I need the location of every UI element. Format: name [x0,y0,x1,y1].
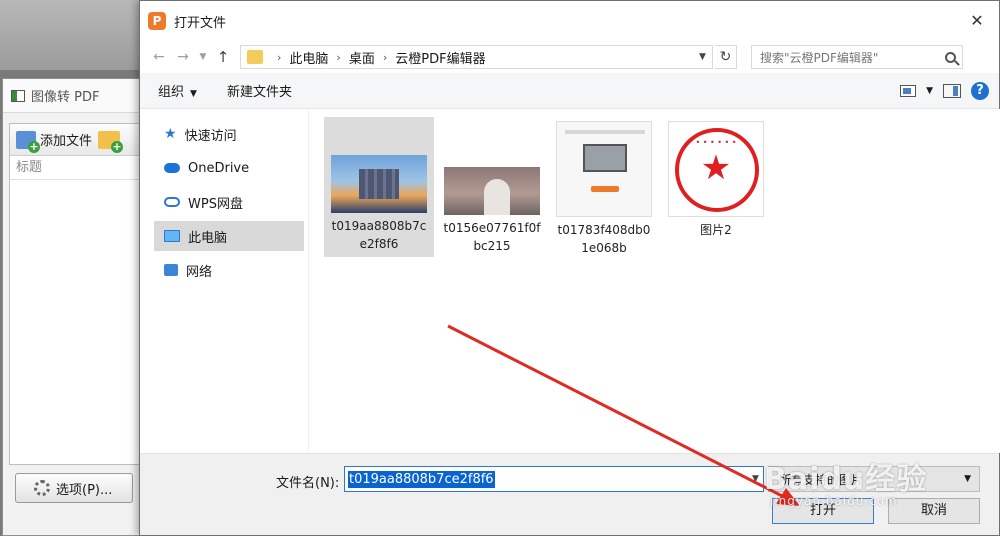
open-button[interactable]: 打开 [772,498,874,524]
address-bar[interactable]: › 此电脑 › 桌面 › 云橙PDF编辑器 ▼ [240,45,713,69]
help-icon[interactable]: ? [971,81,989,100]
sidebar-item-label: 快速访问 [184,128,237,144]
organize-label: 组织 [158,85,185,100]
file-view: t019aa8808b7c e2f8f6 t0156e07761f0f bc21… [308,109,1000,453]
file-thumbnail [331,155,427,213]
breadcrumb-separator-icon[interactable]: › [336,51,340,64]
dialog-title: 打开文件 [174,15,227,31]
search-input[interactable]: 搜索"云橙PDF编辑器" [751,45,963,69]
back-arrow-icon[interactable]: ← [148,46,170,68]
sidebar-item-label: OneDrive [188,160,250,176]
sidebar-item-label: 此电脑 [188,230,228,246]
filename-history-chevron-icon[interactable]: ▼ [747,466,764,492]
refresh-button[interactable]: ↻ [715,45,737,69]
star-icon: ★ [164,126,177,142]
filename-label: 文件名(N): [276,476,340,491]
computer-icon [164,230,180,242]
navigation-bar: ← → ▼ ↑ › 此电脑 › 桌面 › 云橙PDF编辑器 ▼ ↻ 搜索"云橙P… [140,41,999,73]
breadcrumb-desktop[interactable]: 桌面 [349,48,375,67]
background-file-list: 添加文件 标题 [9,123,147,465]
file-name-line1: t019aa8808b7c [331,219,427,233]
file-type-value: 所有支持的图片 [779,472,864,487]
chevron-down-icon: ▼ [964,474,971,484]
filename-value: t019aa8808b7ce2f8f6 [348,470,495,488]
preview-pane-icon[interactable] [943,83,961,98]
options-label: 选项(P)... [56,482,113,498]
open-file-dialog: P 打开文件 ✕ ← → ▼ ↑ › 此电脑 › 桌面 › 云橙PDF编辑器 ▼… [139,0,1000,536]
new-folder-button[interactable]: 新建文件夹 [227,81,292,100]
breadcrumb-current-folder[interactable]: 云橙PDF编辑器 [395,48,485,67]
sidebar-item-wps-cloud[interactable]: WPS网盘 [140,187,308,217]
cloud-icon [164,163,180,173]
wps-cloud-icon [164,197,180,207]
add-file-icon [16,130,40,153]
file-name-line2: bc215 [473,239,511,253]
search-placeholder: 搜索"云橙PDF编辑器" [760,50,879,65]
file-thumbnail [556,121,652,217]
app-logo-icon: P [148,12,166,30]
title-column-header[interactable]: 标题 [10,156,146,180]
sidebar-item-onedrive[interactable]: OneDrive [140,153,308,183]
view-mode-chevron-icon[interactable]: ▼ [926,86,933,96]
add-file-label: 添加文件 [40,134,93,149]
close-button[interactable]: ✕ [965,9,989,33]
sidebar-item-quick-access[interactable]: ★ 快速访问 [140,119,308,149]
breadcrumb-this-pc[interactable]: 此电脑 [289,48,328,67]
up-arrow-icon[interactable]: ↑ [212,46,234,68]
filename-field[interactable]: t019aa8808b7ce2f8f6 [344,466,764,492]
file-type-select[interactable]: 所有支持的图片 ▼ [768,466,980,492]
command-bar: 组织 ▼ 新建文件夹 ▼ ? [140,73,999,109]
file-name-line2: 1e068b [581,241,627,255]
background-toolbar: 添加文件 [10,124,146,156]
navigation-pane: ★ 快速访问 OneDrive WPS网盘 此电脑 网络 [140,109,308,453]
file-item[interactable]: t019aa8808b7c e2f8f6 [324,117,434,257]
background-window-edge [0,0,140,70]
sidebar-item-this-pc[interactable]: 此电脑 [154,221,304,251]
cancel-button[interactable]: 取消 [888,498,980,524]
options-button[interactable]: 选项(P)... [15,473,133,503]
file-name-line1: 图片2 [700,223,732,237]
organize-menu[interactable]: 组织 ▼ [158,81,197,100]
dialog-titlebar: P 打开文件 ✕ [140,1,999,41]
webpage-button-graphic [591,186,619,192]
recent-locations-chevron-icon[interactable]: ▼ [196,46,210,68]
webpage-header-bar [565,130,645,134]
folder-icon [247,50,263,64]
sidebar-item-network[interactable]: 网络 [140,255,308,285]
view-controls: ▼ ? [900,81,999,100]
background-app-title: 图像转 PDF [31,90,100,105]
add-file-button[interactable]: 添加文件 [16,130,93,153]
file-item[interactable]: • • • • • • ★ 图片2 [661,117,771,257]
file-thumbnail: • • • • • • ★ [668,121,764,217]
background-app-window: 图像转 PDF 添加文件 标题 选项(P)... [2,78,152,536]
network-icon [164,264,178,276]
star-icon: ★ [700,148,732,188]
view-mode-icon[interactable] [900,84,917,97]
breadcrumb-separator-icon[interactable]: › [383,51,387,64]
forward-arrow-icon[interactable]: → [172,46,194,68]
add-folder-icon[interactable] [98,130,124,153]
file-name-line2: e2f8f6 [359,237,399,251]
monitor-graphic [583,144,627,172]
file-item[interactable]: t01783f408db0 1e068b [549,117,659,257]
file-item[interactable]: t0156e07761f0f bc215 [437,117,547,257]
file-thumbnail [444,167,540,215]
chevron-down-icon: ▼ [190,89,197,99]
sidebar-item-label: WPS网盘 [188,196,243,212]
dialog-footer: 文件名(N): t019aa8808b7ce2f8f6 ▼ 所有支持的图片 ▼ … [140,453,999,535]
sidebar-item-label: 网络 [186,264,213,280]
image-to-pdf-app-icon [11,89,25,102]
background-app-titlebar: 图像转 PDF [3,79,151,113]
address-dropdown-chevron-icon[interactable]: ▼ [692,52,712,62]
search-icon[interactable] [945,51,956,63]
file-name-line1: t0156e07761f0f [443,221,541,235]
gear-icon [34,480,50,496]
breadcrumb-separator-icon[interactable]: › [277,51,281,64]
file-name-line1: t01783f408db0 [557,223,651,237]
